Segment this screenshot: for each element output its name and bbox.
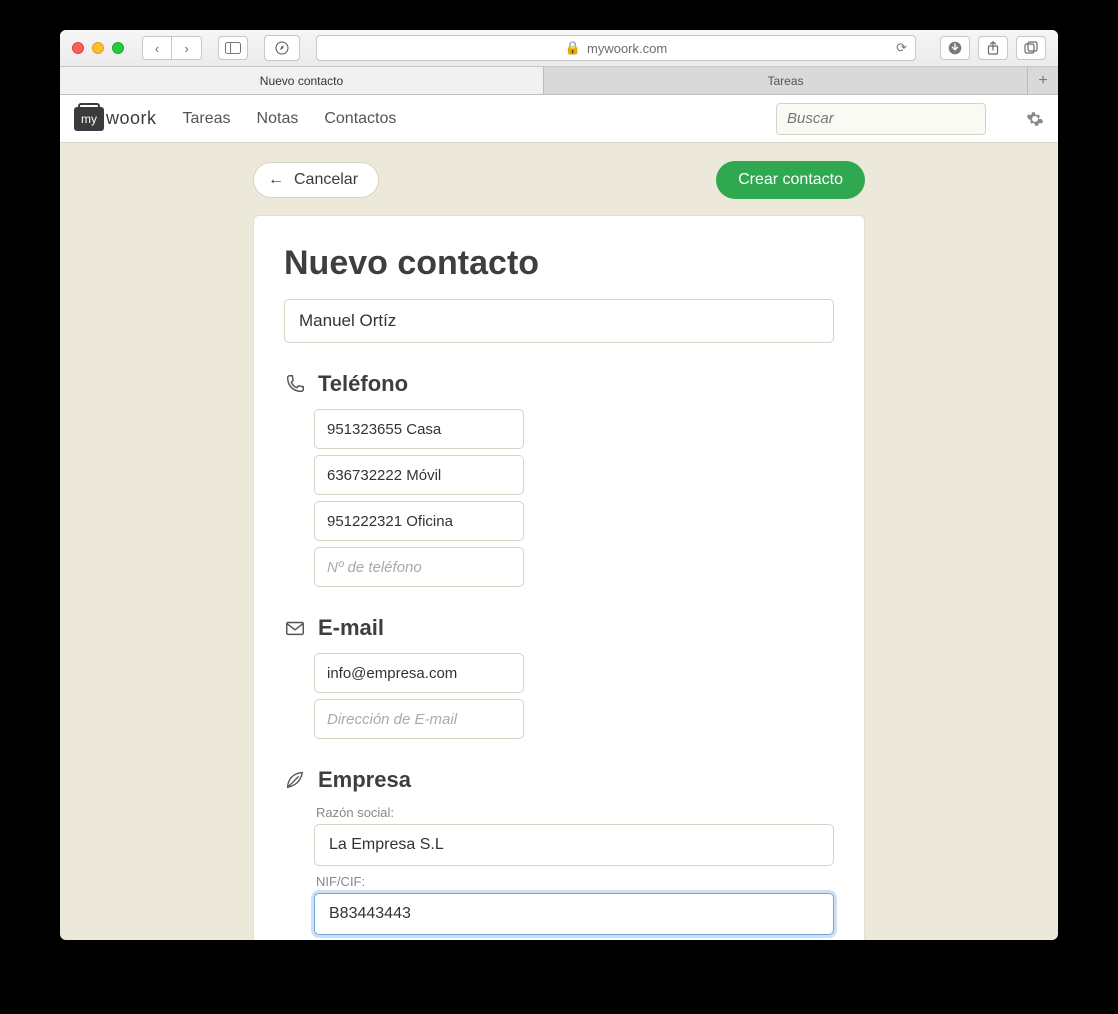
feather-icon [284, 769, 306, 791]
download-icon [948, 41, 962, 55]
email-input-1[interactable] [314, 653, 524, 693]
phone-icon [284, 373, 306, 395]
email-icon [284, 617, 306, 639]
page-title: Nuevo contacto [284, 244, 834, 283]
logo-text: woork [106, 108, 157, 129]
tab-strip: Nuevo contacto Tareas + [60, 66, 1058, 94]
zoom-window-icon[interactable] [112, 42, 124, 54]
phone-heading: Teléfono [318, 371, 408, 397]
logo-mark: my [74, 107, 104, 131]
cancel-button[interactable]: ← Cancelar [253, 162, 379, 198]
nav-forward-button[interactable]: › [172, 36, 202, 60]
settings-button[interactable] [1026, 110, 1044, 128]
cancel-label: Cancelar [294, 171, 358, 189]
gear-icon [1026, 110, 1044, 128]
contact-form-card: Nuevo contacto Teléfono [253, 215, 865, 940]
razon-social-label: Razón social: [316, 805, 834, 820]
new-tab-button[interactable]: + [1028, 67, 1058, 94]
tab-label: Nuevo contacto [260, 74, 343, 88]
minimize-window-icon[interactable] [92, 42, 104, 54]
lock-icon: 🔒 [565, 40, 581, 56]
nav-back-button[interactable]: ‹ [142, 36, 172, 60]
razon-social-input[interactable] [314, 824, 834, 866]
browser-tab-2[interactable]: Tareas [544, 67, 1028, 94]
downloads-button[interactable] [940, 36, 970, 60]
phone-input-new[interactable] [314, 547, 524, 587]
reader-button[interactable] [264, 35, 300, 61]
phone-input-2[interactable] [314, 455, 524, 495]
email-heading: E-mail [318, 615, 384, 641]
nav-tareas[interactable]: Tareas [183, 110, 231, 128]
create-contact-button[interactable]: Crear contacto [716, 161, 865, 199]
browser-tab-1[interactable]: Nuevo contacto [60, 67, 544, 94]
nif-input[interactable] [314, 893, 834, 935]
nav-contactos[interactable]: Contactos [324, 110, 396, 128]
email-input-new[interactable] [314, 699, 524, 739]
url-text: mywoork.com [587, 41, 667, 56]
reload-icon[interactable]: ⟳ [896, 40, 907, 56]
tabs-icon [1024, 41, 1038, 55]
window-controls[interactable] [72, 42, 124, 54]
share-button[interactable] [978, 36, 1008, 60]
nif-label: NIF/CIF: [316, 874, 834, 889]
arrow-left-icon: ← [268, 171, 284, 189]
app-navbar: my woork Tareas Notas Contactos [60, 95, 1058, 143]
address-bar[interactable]: 🔒 mywoork.com ⟳ [316, 35, 916, 61]
phone-input-3[interactable] [314, 501, 524, 541]
share-icon [986, 41, 1000, 55]
close-window-icon[interactable] [72, 42, 84, 54]
nav-notas[interactable]: Notas [257, 110, 299, 128]
tabs-overview-button[interactable] [1016, 36, 1046, 60]
phone-input-1[interactable] [314, 409, 524, 449]
search-input[interactable] [776, 103, 986, 135]
contact-name-input[interactable] [284, 299, 834, 343]
safari-compass-icon [274, 40, 290, 56]
sidebar-icon [225, 42, 241, 54]
tab-label: Tareas [767, 74, 803, 88]
company-heading: Empresa [318, 767, 411, 793]
app-logo[interactable]: my woork [74, 107, 157, 131]
sidebar-toggle-button[interactable] [218, 36, 248, 60]
